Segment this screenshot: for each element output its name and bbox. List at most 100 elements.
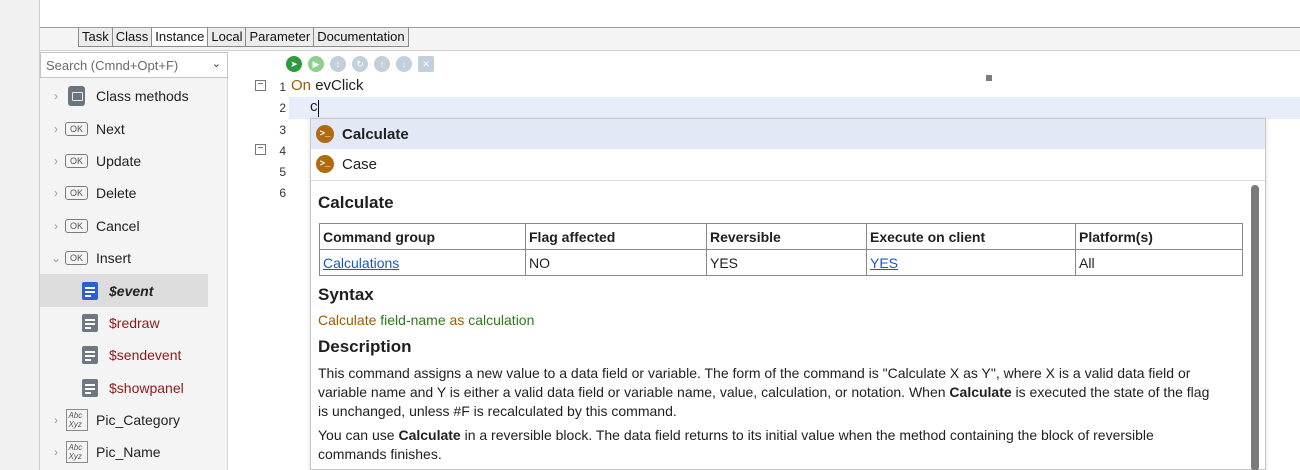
calculations-link[interactable]: Calculations (323, 255, 399, 271)
tree-item-update[interactable]: › OK Update (40, 145, 228, 177)
column-header: Platform(s) (1075, 223, 1243, 250)
tab-class[interactable]: Class (113, 28, 153, 46)
table-cell: Calculations (319, 249, 526, 276)
description-paragraph: You can use Calculate in a reversible bl… (318, 427, 1154, 462)
text-field-icon: Abc Xyz (65, 409, 88, 432)
description-paragraph: This command assigns a new value to a da… (318, 365, 1210, 419)
chevron-right-icon[interactable]: › (50, 154, 62, 168)
variable-tabs: Task Class Instance Local Parameter Docu… (78, 28, 409, 47)
code-line[interactable]: On evClick (291, 77, 364, 94)
gutter-line: 2 (229, 97, 289, 118)
document-icon (78, 346, 101, 365)
method-sidebar: ⌄ › Class methods › OK Next › OK Update … (40, 52, 228, 470)
tab-local[interactable]: Local (208, 28, 247, 46)
table-cell: YES (866, 249, 1076, 276)
syntax-argument: calculation (468, 312, 535, 328)
line-number: 1 (279, 80, 286, 94)
command-help-panel: Calculate Command group Flag affected Re… (311, 180, 1265, 470)
tree-item-insert[interactable]: ⌄ OK Insert (40, 242, 228, 274)
tree-item-sendevent[interactable]: $sendevent (40, 339, 228, 371)
table-cell: All (1075, 249, 1243, 276)
tree-item-event[interactable]: $event (40, 274, 208, 307)
chevron-down-icon[interactable]: ⌄ (212, 57, 221, 70)
class-methods-icon (65, 86, 88, 107)
step-up-icon[interactable]: ↑ (374, 56, 390, 72)
step-in-icon[interactable]: ↕ (330, 56, 346, 72)
command-icon: >_ (316, 155, 334, 173)
chevron-down-icon[interactable]: ⌄ (50, 251, 62, 265)
chevron-right-icon[interactable]: › (50, 219, 62, 233)
go-icon[interactable]: ➤ (286, 56, 302, 72)
tree-item-class-methods[interactable]: › Class methods (40, 80, 228, 112)
tree-item-pic-category[interactable]: › Abc Xyz Pic_Category (40, 404, 228, 436)
tree-item-delete[interactable]: › OK Delete (40, 177, 228, 209)
step-over-icon[interactable]: ↻ (352, 56, 368, 72)
table-cell: NO (525, 249, 707, 276)
ok-button-icon: OK (65, 121, 88, 136)
tab-bar: Task Class Instance Local Parameter Docu… (40, 28, 1300, 51)
current-code-line[interactable]: c (289, 97, 1300, 119)
line-number: 6 (279, 186, 286, 200)
stop-icon[interactable]: ✕ (418, 56, 434, 72)
tree-item-label: Update (96, 152, 142, 169)
chevron-right-icon[interactable]: › (50, 89, 62, 103)
command-info-table: Command group Flag affected Reversible E… (319, 223, 1243, 276)
syntax-keyword: Calculate (318, 312, 377, 328)
table-cell: YES (706, 249, 867, 276)
execute-on-client-link[interactable]: YES (870, 255, 898, 271)
search-input[interactable] (46, 53, 206, 77)
chevron-right-icon[interactable]: › (50, 122, 62, 136)
line-number: 2 (279, 101, 286, 115)
tree-item-label: $redraw (109, 314, 160, 331)
collapse-icon[interactable]: − (255, 80, 266, 91)
background-window-edge (0, 0, 40, 470)
tree-item-label: Insert (96, 250, 132, 267)
gutter-line: 3 (229, 119, 289, 140)
tree-item-redraw[interactable]: $redraw (40, 307, 228, 339)
description-heading: Description (318, 337, 412, 356)
collapse-icon[interactable]: − (255, 144, 266, 155)
text-cursor (318, 100, 319, 117)
tab-task[interactable]: Task (79, 28, 113, 46)
tree-item-pic-name[interactable]: › Abc Xyz Pic_Name (40, 436, 228, 468)
chevron-right-icon[interactable]: › (50, 186, 62, 200)
marker (986, 75, 992, 81)
tree-item-next[interactable]: › OK Next (40, 112, 228, 144)
column-header: Execute on client (866, 223, 1076, 250)
autocomplete-label: Calculate (342, 125, 409, 143)
ok-button-icon: OK (65, 251, 88, 266)
tree-item-cancel[interactable]: › OK Cancel (40, 210, 228, 242)
search-box: ⌄ (40, 52, 228, 78)
tree-item-label: Cancel (96, 217, 140, 234)
ok-button-icon: OK (65, 186, 88, 201)
autocomplete-item-calculate[interactable]: >_ Calculate (311, 119, 1265, 149)
tree-item-label: Class methods (96, 88, 189, 105)
document-icon (78, 313, 101, 332)
autocomplete-item-case[interactable]: >_ Case (311, 149, 1265, 179)
column-header: Reversible (706, 223, 867, 250)
syntax-keyword: as (449, 312, 465, 328)
code-text: evClick (315, 77, 364, 94)
tab-parameter[interactable]: Parameter (246, 28, 315, 46)
play-icon[interactable]: ▶ (308, 56, 324, 72)
line-number: 4 (279, 144, 286, 158)
tree-item-showpanel[interactable]: $showpanel (40, 372, 228, 404)
column-header: Command group (319, 223, 526, 250)
chevron-right-icon[interactable]: › (50, 445, 62, 459)
table-row: Calculations NO YES YES All (319, 249, 1243, 276)
gutter-line: 6 (229, 182, 289, 203)
document-icon (78, 378, 101, 397)
line-number: 3 (279, 123, 286, 137)
gutter-line: − 1 (229, 76, 289, 97)
tree-item-label: $showpanel (109, 379, 184, 396)
step-down-icon[interactable]: ↓ (396, 56, 412, 72)
help-scrollbar[interactable] (1251, 185, 1259, 470)
tab-documentation[interactable]: Documentation (314, 28, 407, 46)
code-text: c (310, 98, 318, 115)
tree-item-label: Delete (96, 185, 137, 202)
tree-item-label: Next (96, 120, 125, 137)
chevron-right-icon[interactable]: › (50, 413, 62, 427)
tab-instance[interactable]: Instance (152, 28, 209, 46)
tree-item-label: Pic_Name (96, 444, 161, 461)
gutter-line: − 4 (229, 140, 289, 161)
